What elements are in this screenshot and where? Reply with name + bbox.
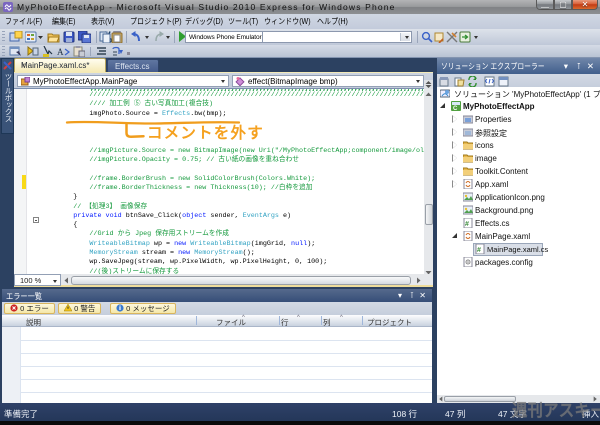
svg-text:#: # (465, 221, 469, 228)
svg-text:C: C (453, 106, 458, 111)
svg-text:A: A (57, 47, 64, 57)
svg-text:#: # (477, 247, 481, 254)
